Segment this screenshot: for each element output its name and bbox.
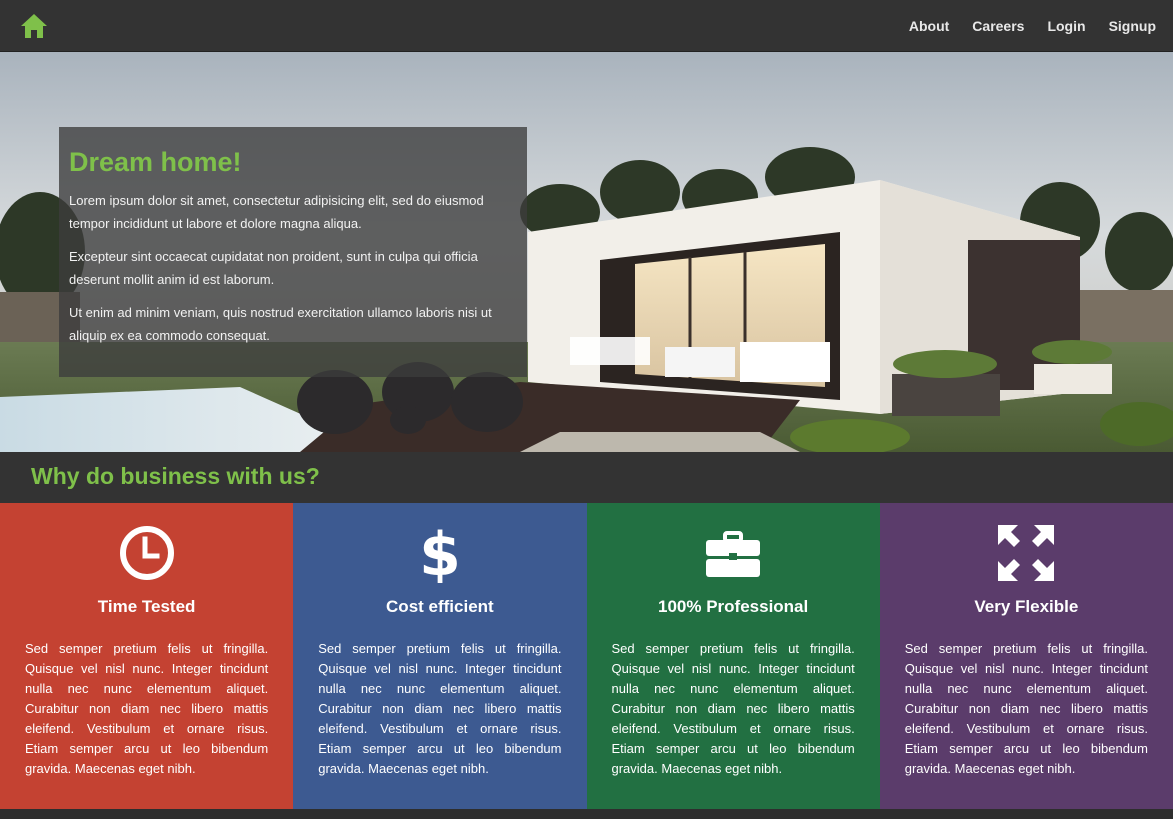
expand-icon <box>998 525 1055 581</box>
briefcase-icon <box>706 531 761 577</box>
feature-title: Very Flexible <box>974 597 1079 616</box>
hero-paragraph: Lorem ipsum dolor sit amet, consectetur … <box>69 193 484 231</box>
feature-card-time-tested: Time Tested Sed semper pretium felis ut … <box>0 503 294 809</box>
hero-title: Dream home! <box>69 147 242 177</box>
hero-banner: Dream home! Lorem ipsum dolor sit amet, … <box>0 52 1173 452</box>
home-icon[interactable] <box>20 12 48 40</box>
hero-text-box: Dream home! Lorem ipsum dolor sit amet, … <box>59 127 527 377</box>
feature-card-professional: 100% Professional Sed semper pretium fel… <box>586 503 880 809</box>
why-title: Why do business with us? <box>31 463 320 489</box>
feature-card-cost-efficient: $ Cost efficient Sed semper pretium feli… <box>293 503 587 809</box>
nav-link-careers[interactable]: Careers <box>972 18 1024 34</box>
feature-title: 100% Professional <box>658 597 809 616</box>
feature-card-flexible: Very Flexible Sed semper pretium felis u… <box>879 503 1173 809</box>
nav-links: About Careers Login Signup <box>886 0 1156 52</box>
dollar-icon: $ <box>419 523 461 583</box>
footer-strip <box>0 809 1173 819</box>
feature-text: Sed semper pretium felis ut fringilla. Q… <box>25 641 269 776</box>
feature-text: Sed semper pretium felis ut fringilla. Q… <box>611 641 855 776</box>
feature-text: Sed semper pretium felis ut fringilla. Q… <box>318 641 562 776</box>
clock-icon <box>119 526 174 580</box>
nav-link-signup[interactable]: Signup <box>1109 18 1156 34</box>
nav-link-login[interactable]: Login <box>1047 18 1085 34</box>
navbar: About Careers Login Signup <box>0 0 1173 52</box>
why-section-header: Why do business with us? <box>0 452 1173 503</box>
feature-title: Time Tested <box>97 597 196 616</box>
features-row: Time Tested Sed semper pretium felis ut … <box>0 503 1173 809</box>
feature-title: Cost efficient <box>386 597 494 616</box>
hero-paragraph: Excepteur sint occaecat cupidatat non pr… <box>69 249 478 287</box>
nav-link-about[interactable]: About <box>909 18 949 34</box>
svg-text:$: $ <box>419 523 461 583</box>
feature-text: Sed semper pretium felis ut fringilla. Q… <box>904 641 1148 776</box>
hero-paragraph: Ut enim ad minim veniam, quis nostrud ex… <box>69 305 492 343</box>
